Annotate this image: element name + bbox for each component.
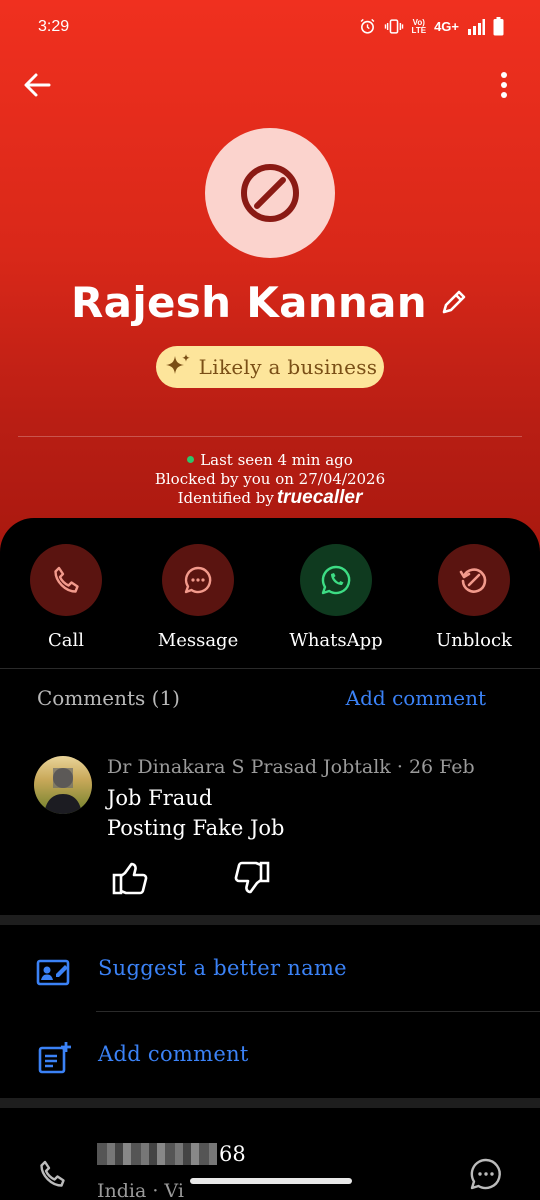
person-photo-icon [44, 768, 82, 814]
back-arrow-icon[interactable] [20, 68, 54, 102]
vibrate-icon [384, 19, 403, 34]
message-label: Message [157, 630, 239, 651]
truecaller-logo: truecaller [276, 487, 363, 508]
comment-author: Dr Dinakara S Prasad Jobtalk · 26 Feb [107, 756, 475, 778]
block-icon [241, 164, 299, 222]
section-divider [0, 1098, 540, 1108]
phone-number[interactable]: 68 [97, 1142, 246, 1167]
call-button[interactable] [30, 544, 102, 616]
identified-by-text: Identified by [177, 489, 274, 507]
comment-text-line: Posting Fake Job [107, 816, 285, 840]
suggest-name-item[interactable]: Suggest a better name [0, 940, 540, 1000]
home-indicator[interactable] [190, 1178, 352, 1184]
sparkle-icon [165, 354, 190, 374]
thumbs-up-icon[interactable] [110, 858, 150, 898]
signal-icon [468, 18, 485, 35]
phone-icon[interactable] [36, 1158, 70, 1192]
status-time: 3:29 [38, 18, 70, 35]
business-badge: Likely a business [156, 346, 384, 388]
phone-region: India · Vi [97, 1180, 184, 1200]
status-bar: 3:29 Vo) LTE 4G+ [0, 0, 540, 56]
suggest-name-label: Suggest a better name [98, 956, 347, 980]
add-comment-label: Add comment [98, 1042, 249, 1066]
redacted-digits [97, 1142, 217, 1165]
divider [0, 668, 540, 669]
note-add-icon [38, 1042, 71, 1074]
identified-line: Identified by truecaller [0, 487, 540, 509]
thumbs-down-icon[interactable] [232, 858, 272, 898]
add-comment-item[interactable]: Add comment [0, 1026, 540, 1086]
comments-title: Comments (1) [37, 686, 180, 710]
battery-icon [493, 17, 504, 36]
divider [96, 1011, 540, 1012]
unblock-action[interactable]: Unblock [414, 544, 534, 651]
last-seen-text: Last seen 4 min ago [200, 451, 353, 469]
call-action[interactable]: Call [6, 544, 126, 651]
contact-name: Rajesh Kannan [71, 277, 427, 327]
message-button[interactable] [162, 544, 234, 616]
whatsapp-icon [321, 565, 351, 595]
chat-bubble-icon [184, 566, 212, 594]
volte-icon: Vo) LTE [411, 17, 427, 35]
online-dot [187, 455, 195, 463]
edit-id-card-icon [36, 959, 70, 986]
last-seen-line: Last seen 4 min ago [0, 451, 540, 469]
unblock-button[interactable] [438, 544, 510, 616]
section-divider [0, 915, 540, 925]
network-type: 4G+ [434, 19, 459, 34]
comment-text-line: Job Fraud [107, 786, 213, 810]
call-label: Call [47, 630, 85, 651]
unblock-icon [459, 568, 487, 593]
message-icon[interactable] [468, 1156, 504, 1192]
pencil-icon[interactable] [439, 287, 469, 317]
contact-avatar [205, 128, 335, 258]
phone-number-suffix: 68 [219, 1142, 246, 1166]
message-action[interactable]: Message [138, 544, 258, 651]
whatsapp-label: WhatsApp [289, 630, 383, 651]
more-options-icon[interactable] [490, 68, 518, 102]
badge-label: Likely a business [198, 355, 378, 379]
contact-header: 3:29 Vo) LTE 4G+ Rajesh Kannan Likely a b… [0, 0, 540, 560]
status-icons: Vo) LTE 4G+ [359, 17, 504, 36]
name-row: Rajesh Kannan [0, 272, 540, 332]
add-comment-link[interactable]: Add comment [346, 686, 486, 710]
blocked-text: Blocked by you on 27/04/2026 [154, 470, 386, 488]
contact-details-panel: Call Message WhatsApp Unblock Comments (… [0, 518, 540, 1200]
unblock-label: Unblock [436, 630, 512, 651]
whatsapp-button[interactable] [300, 544, 372, 616]
action-row: Call Message WhatsApp Unblock [0, 544, 540, 654]
whatsapp-action[interactable]: WhatsApp [276, 544, 396, 651]
phone-icon [54, 566, 79, 593]
commenter-avatar [34, 756, 92, 814]
header-divider [18, 436, 522, 437]
alarm-icon [360, 18, 374, 34]
